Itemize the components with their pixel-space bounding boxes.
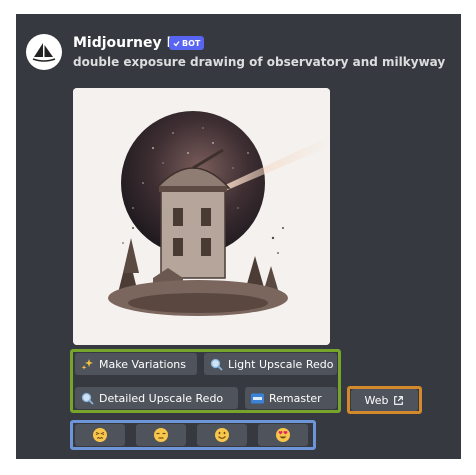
sailboat-icon bbox=[32, 43, 56, 62]
bot-avatar[interactable] bbox=[26, 34, 62, 70]
web-button-highlight bbox=[347, 386, 422, 414]
action-buttons-highlight bbox=[70, 349, 341, 413]
reactions-highlight bbox=[70, 420, 316, 450]
observatory-artwork bbox=[73, 88, 330, 345]
bot-badge-label: BOT bbox=[182, 38, 201, 48]
prompt-text: double exposure drawing of observatory a… bbox=[73, 55, 446, 69]
bot-badge: BOT bbox=[169, 36, 205, 50]
message-panel: Midjourney Bot BOT double exposure drawi… bbox=[16, 14, 461, 459]
check-icon bbox=[173, 40, 180, 46]
generated-image[interactable] bbox=[73, 88, 330, 345]
